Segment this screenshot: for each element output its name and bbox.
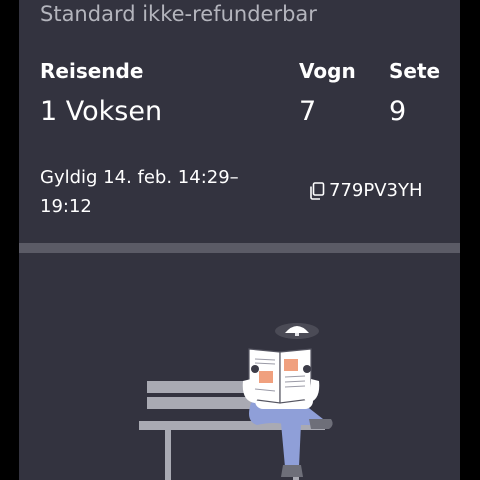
ticket-type-subtitle: Standard ikke-refunderbar — [40, 2, 317, 26]
reference-code[interactable]: 779PV3YH — [309, 180, 423, 201]
shoe — [309, 419, 333, 429]
hand — [251, 365, 259, 373]
copy-icon — [310, 181, 325, 200]
car-label: Vogn — [299, 59, 356, 83]
shoe — [281, 465, 303, 477]
newspaper — [248, 348, 312, 404]
ticket-card: Standard ikke-refunderbar Reisende 1 Vok… — [19, 0, 460, 480]
car-value: 7 — [299, 96, 317, 127]
person-reading-newspaper-illustration — [139, 323, 333, 480]
validity-period: Gyldig 14. feb. 14:29–19:12 — [40, 167, 239, 217]
screen: Standard ikke-refunderbar Reisende 1 Vok… — [0, 0, 480, 480]
travelers-value: 1 Voksen — [40, 96, 163, 127]
hand — [303, 365, 311, 373]
travelers-label: Reisende — [40, 59, 144, 83]
ticket-info: Standard ikke-refunderbar Reisende 1 Vok… — [19, 0, 460, 243]
seat-label: Sete — [389, 59, 441, 83]
seat-value: 9 — [389, 96, 407, 127]
illustration-area — [19, 253, 460, 480]
divider — [19, 243, 460, 253]
reference-code-text: 779PV3YH — [329, 180, 423, 201]
